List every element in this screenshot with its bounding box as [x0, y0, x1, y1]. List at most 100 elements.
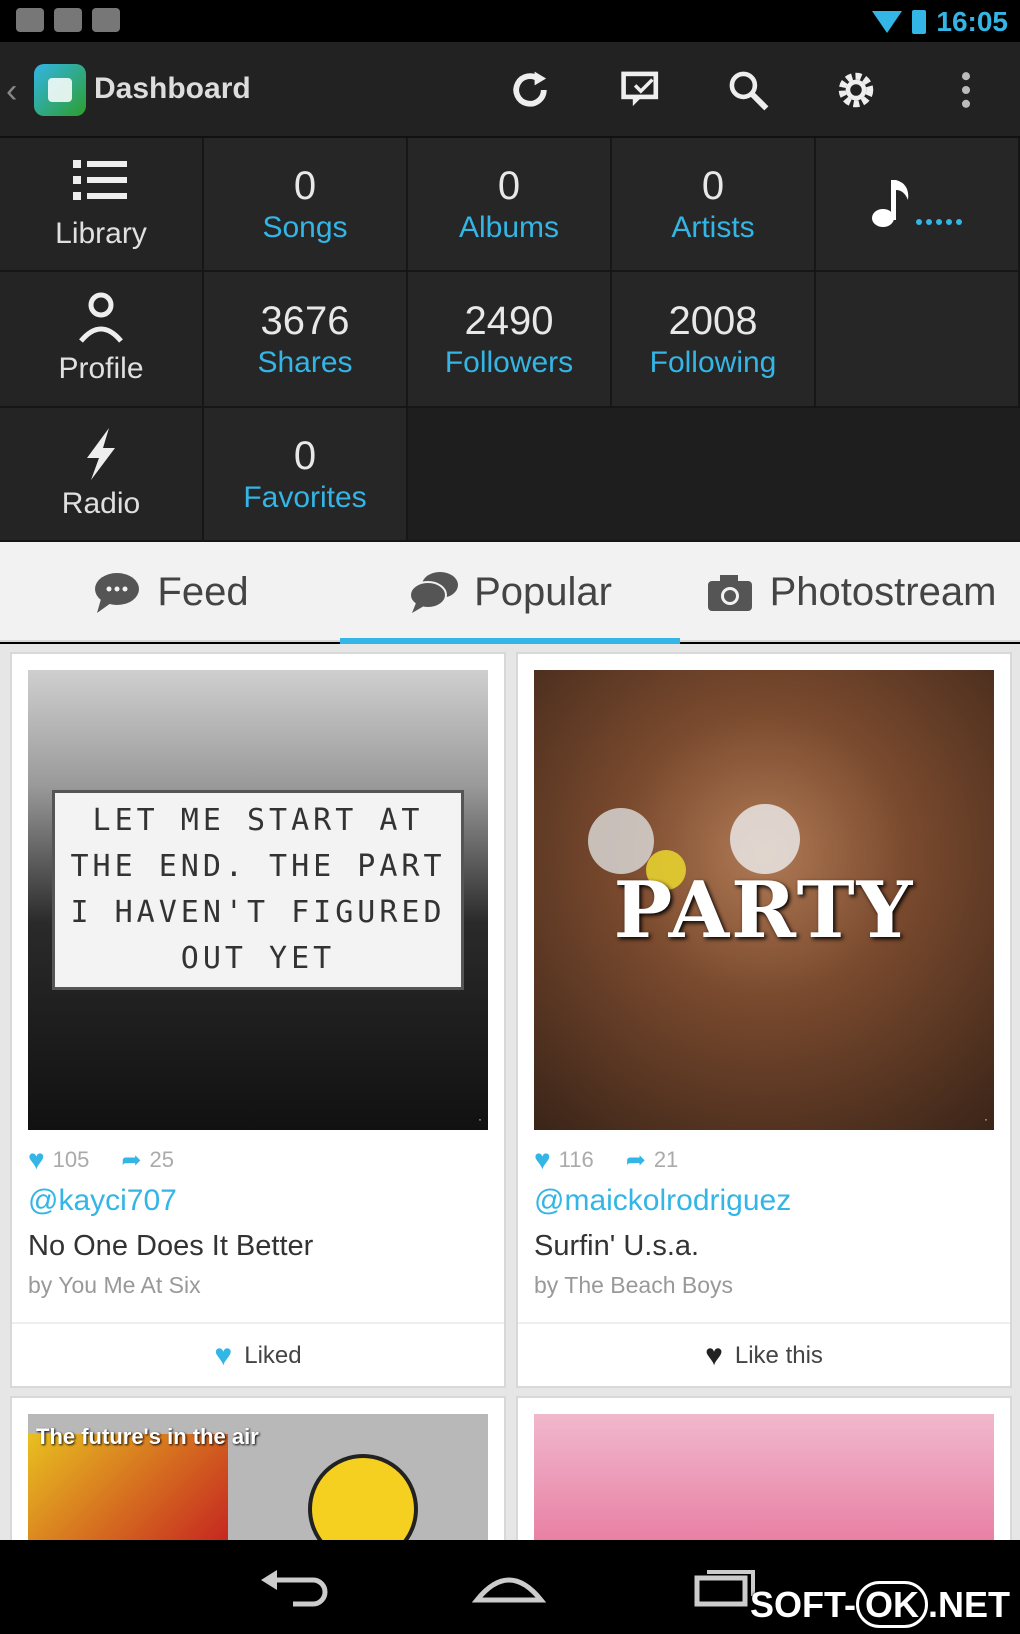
- radio-label: Radio: [61, 487, 141, 520]
- card-image[interactable]: LET ME START AT THE END. THE PART I HAVE…: [28, 670, 488, 1130]
- favorites-count: 0: [293, 434, 317, 478]
- feed-card[interactable]: The future's in the air: [10, 1396, 506, 1540]
- camera-icon: [707, 575, 752, 611]
- card-image[interactable]: [534, 1414, 994, 1540]
- refresh-icon: [513, 71, 547, 107]
- heart-icon: ♥: [28, 1144, 45, 1175]
- following-count: 2008: [668, 299, 758, 343]
- emoji-artwork: [308, 1454, 418, 1540]
- search-icon: [729, 71, 769, 111]
- artist-name: by You Me At Six: [28, 1272, 201, 1298]
- songs-stat[interactable]: 0 Songs: [204, 138, 408, 272]
- song-title[interactable]: Surfin' U.s.a.: [534, 1230, 699, 1263]
- following-label: Following: [649, 346, 777, 379]
- share-icon: ➦: [625, 1146, 646, 1174]
- card-stats: ♥ 116 ➦ 21: [534, 1144, 678, 1176]
- card-image[interactable]: The future's in the air: [28, 1414, 488, 1540]
- lightning-icon: [69, 426, 133, 482]
- watermark-left: SOFT-: [749, 1584, 856, 1625]
- empty-cell: [816, 272, 1020, 408]
- back-chevron-icon[interactable]: ‹: [6, 72, 17, 111]
- radio-button[interactable]: Radio: [0, 408, 204, 542]
- albums-count: 0: [497, 164, 521, 208]
- party-text: PARTY: [613, 865, 915, 956]
- favorites-stat[interactable]: 0 Favorites: [204, 408, 408, 542]
- tab-feed-label: Feed: [157, 569, 249, 614]
- profile-label: Profile: [58, 352, 144, 385]
- like-button[interactable]: ♥ Like this: [518, 1322, 1010, 1388]
- watermark-right: .NET: [927, 1584, 1010, 1625]
- now-playing-button[interactable]: [816, 138, 1020, 272]
- app-notification-icon: [54, 8, 82, 32]
- app-logo[interactable]: [34, 64, 86, 116]
- card-image[interactable]: PARTY ·: [534, 670, 994, 1130]
- popular-feed: LET ME START AT THE END. THE PART I HAVE…: [0, 644, 1020, 1540]
- empty-cell: [408, 408, 1020, 542]
- like-button[interactable]: ♥ Liked: [12, 1322, 504, 1388]
- username-link[interactable]: @kayci707: [28, 1184, 177, 1218]
- watermark: SOFT- OK .NET: [749, 1581, 1010, 1628]
- image-watermark: ·: [478, 1112, 482, 1126]
- card-stats: ♥ 105 ➦ 25: [28, 1144, 174, 1176]
- clock: 16:05: [936, 6, 1008, 37]
- shares-label: Shares: [257, 346, 353, 379]
- list-icon: [69, 156, 133, 212]
- battery-icon: [912, 10, 927, 34]
- following-stat[interactable]: 2008 Following: [612, 272, 816, 408]
- library-button[interactable]: Library: [0, 138, 204, 272]
- settings-button[interactable]: [826, 62, 886, 118]
- username-link[interactable]: @maickolrodriguez: [534, 1184, 791, 1218]
- tab-popular-label: Popular: [474, 569, 612, 614]
- albums-stat[interactable]: 0 Albums: [408, 138, 612, 272]
- shares-count: 21: [653, 1147, 679, 1172]
- dashboard-grid: Library 0 Songs 0 Albums 0 Artists Profi…: [0, 138, 1020, 542]
- share-icon: ➦: [121, 1146, 142, 1174]
- feed-card[interactable]: PARTY · ♥ 116 ➦ 21 @maickolrodriguez Sur…: [516, 652, 1012, 1388]
- artists-count: 0: [701, 164, 725, 208]
- followers-count: 2490: [464, 299, 554, 343]
- game-notification-icon: [92, 8, 120, 32]
- artist-name: by The Beach Boys: [534, 1272, 734, 1298]
- chat-bubbles-icon: [409, 572, 459, 613]
- system-nav-bar: SOFT- OK .NET: [0, 1540, 1020, 1634]
- profile-button[interactable]: Profile: [0, 272, 204, 408]
- balloon-shape: [730, 804, 800, 874]
- search-button[interactable]: [718, 62, 778, 118]
- feed-card[interactable]: LET ME START AT THE END. THE PART I HAVE…: [10, 652, 506, 1388]
- artists-stat[interactable]: 0 Artists: [612, 138, 816, 272]
- albums-label: Albums: [458, 211, 560, 244]
- like-button-label: Liked: [244, 1342, 302, 1369]
- watermark-ok: OK: [855, 1581, 928, 1628]
- status-bar: 16:05: [0, 0, 1020, 42]
- status-indicators: 16:05: [872, 6, 1008, 38]
- tab-photostream[interactable]: Photostream: [680, 542, 1020, 642]
- tab-feed[interactable]: Feed: [0, 542, 340, 642]
- back-arrow-icon: [261, 1570, 328, 1607]
- notification-icons: [16, 8, 120, 32]
- heart-icon: ♥: [214, 1339, 233, 1372]
- page-title[interactable]: Dashboard: [94, 72, 251, 106]
- like-button-label: Like this: [734, 1342, 823, 1369]
- heart-icon: ♥: [534, 1144, 551, 1175]
- artists-label: Artists: [671, 211, 755, 244]
- likes-count: 116: [558, 1147, 594, 1172]
- songs-label: Songs: [262, 211, 348, 244]
- refresh-button[interactable]: [500, 62, 560, 118]
- speech-bubble-icon: [95, 573, 140, 613]
- overflow-icon: [961, 72, 971, 108]
- heart-icon: ♥: [705, 1339, 723, 1372]
- back-button[interactable]: [248, 1560, 338, 1614]
- shares-stat[interactable]: 3676 Shares: [204, 272, 408, 408]
- tab-popular[interactable]: Popular: [340, 542, 680, 644]
- overflow-menu-button[interactable]: [936, 62, 996, 118]
- wifi-icon: [872, 11, 903, 33]
- action-bar: ‹ Dashboard: [0, 42, 1020, 138]
- favorites-label: Favorites: [243, 481, 367, 514]
- song-title[interactable]: No One Does It Better: [28, 1230, 313, 1263]
- feed-card[interactable]: [516, 1396, 1012, 1540]
- image-watermark: ·: [984, 1112, 988, 1126]
- songs-count: 0: [293, 164, 317, 208]
- chat-button[interactable]: [612, 62, 672, 118]
- home-button[interactable]: [464, 1560, 554, 1614]
- followers-stat[interactable]: 2490 Followers: [408, 272, 612, 408]
